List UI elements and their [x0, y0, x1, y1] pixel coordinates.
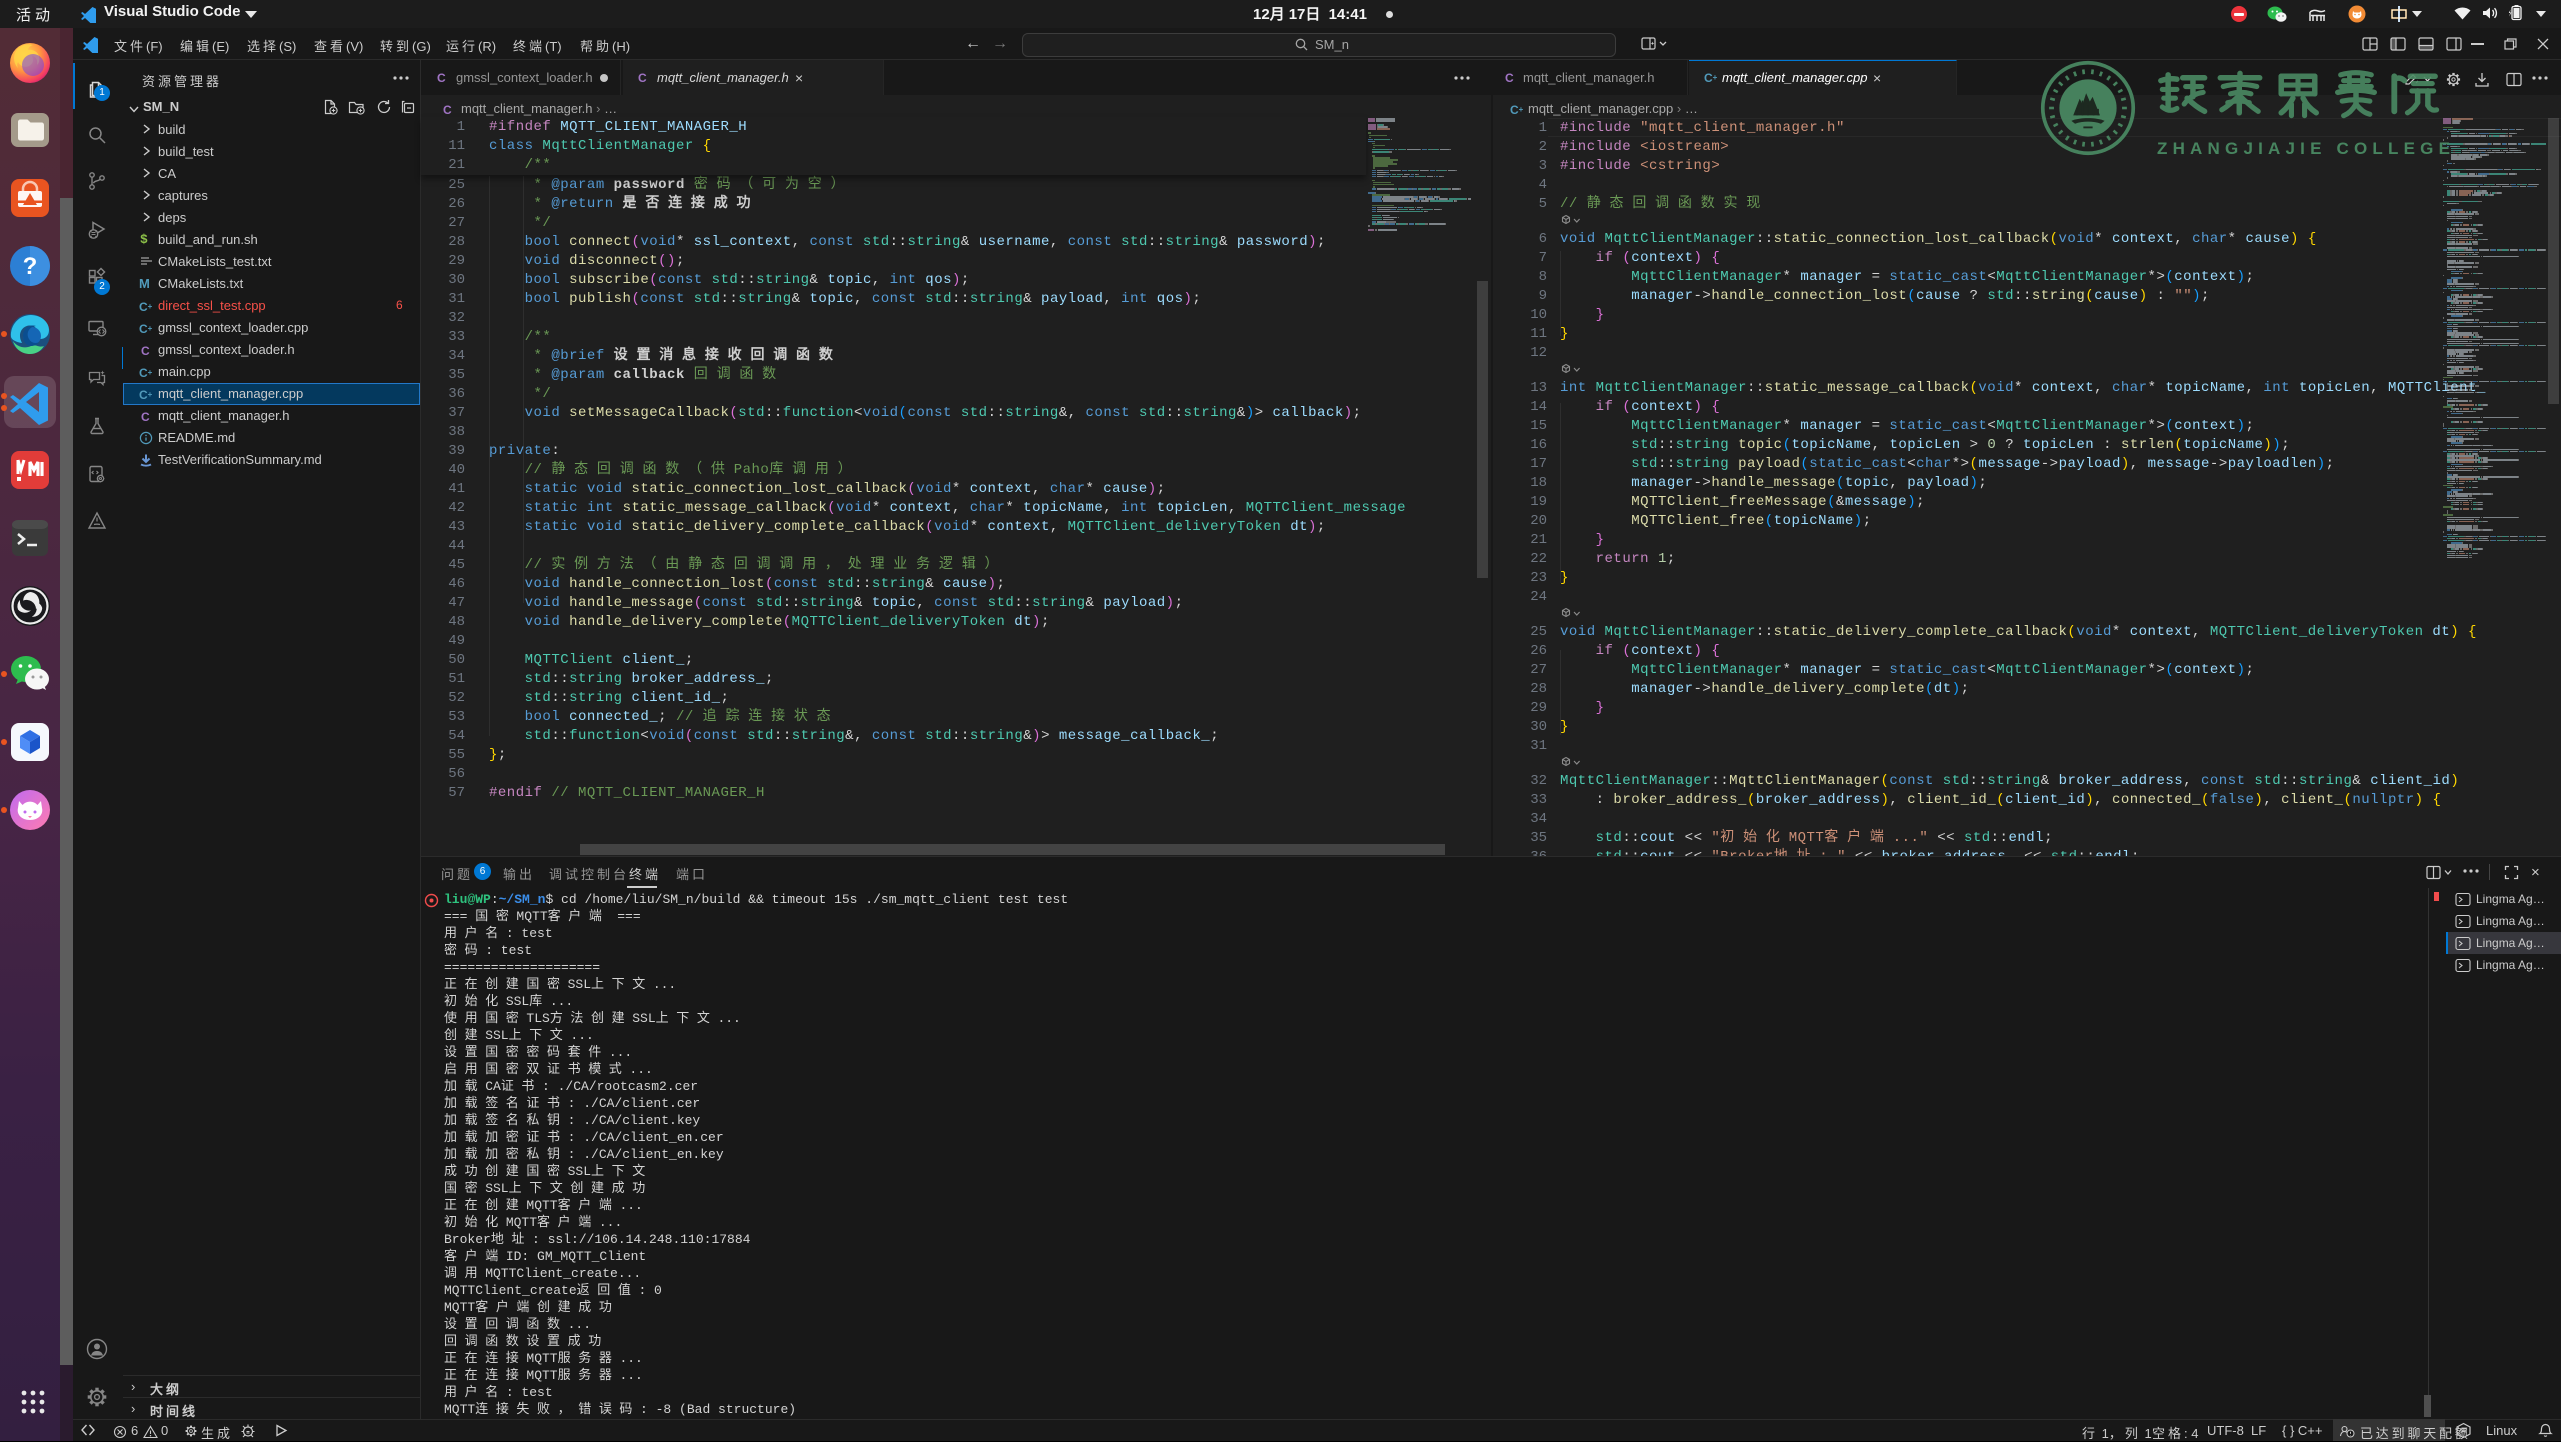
svg-text:?: ? [23, 253, 38, 280]
